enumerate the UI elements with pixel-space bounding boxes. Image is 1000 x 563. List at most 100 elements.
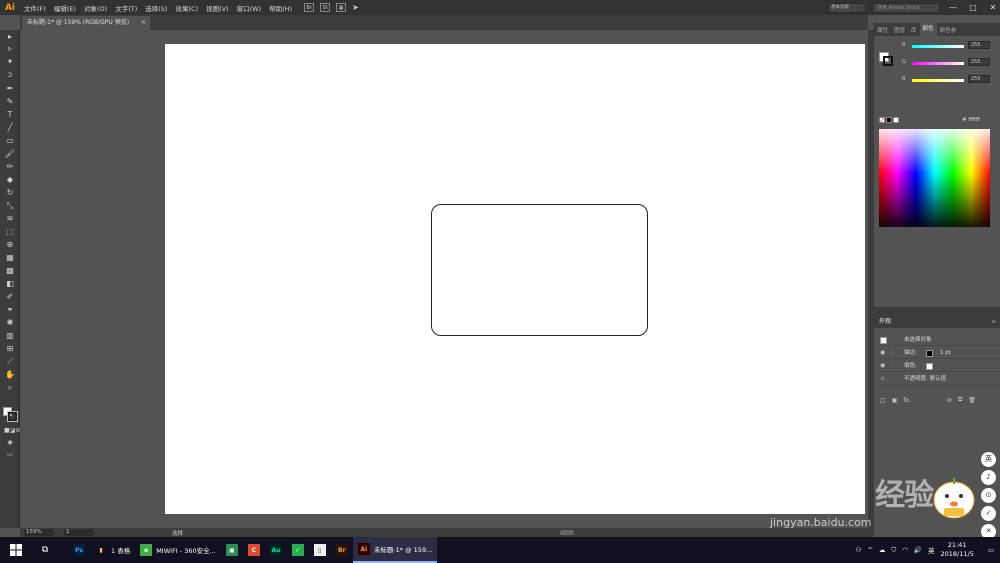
fill-chip[interactable] <box>926 363 933 370</box>
rectangle-tool-icon[interactable]: ▭ <box>4 136 16 146</box>
send-icon[interactable]: ➤ <box>352 3 359 12</box>
slider-g[interactable]: G 255 <box>902 58 997 67</box>
slider-g-value[interactable]: 255 <box>968 58 990 66</box>
screen-mode-icon[interactable]: ▭ <box>4 450 16 460</box>
menu-object[interactable]: 对象(O) <box>80 3 111 13</box>
lasso-tool-icon[interactable]: ↄ <box>4 70 16 80</box>
appearance-opacity-row[interactable]: ◉ 不透明度: 默认值 <box>874 373 1000 385</box>
hex-field[interactable]: # ffffff <box>962 117 980 123</box>
taskbar-app[interactable]: Br <box>331 537 353 563</box>
duplicate-item-icon[interactable]: ⧉ <box>958 396 962 404</box>
direct-selection-tool-icon[interactable]: ▹ <box>4 44 16 54</box>
document-tab[interactable]: 未标题-1* @ 159% (RGB/GPU 预览) × <box>22 16 150 30</box>
taskbar-app[interactable]: Ai 未标题-1* @ 159... <box>352 537 438 563</box>
blend-tool-icon[interactable]: ⚭ <box>4 305 16 315</box>
rotate-tool-icon[interactable]: ↻ <box>4 188 16 198</box>
zoom-select[interactable]: 159% <box>24 529 54 536</box>
new-fill-icon[interactable]: ▣ <box>892 397 898 404</box>
symbol-sprayer-tool-icon[interactable]: ✺ <box>4 318 16 328</box>
slider-b[interactable]: B 255 <box>902 75 997 84</box>
new-stroke-icon[interactable]: □ <box>880 397 886 404</box>
close-button[interactable]: ✕ <box>986 3 1000 12</box>
draw-mode-icon[interactable]: ◉ <box>4 438 16 448</box>
magic-wand-tool-icon[interactable]: ✦ <box>4 57 16 67</box>
slider-g-track[interactable] <box>912 62 964 65</box>
taskbar-app[interactable]: ▣ <box>221 537 243 563</box>
tab-color[interactable]: 颜色 <box>919 23 937 36</box>
eye-icon[interactable]: ◉ <box>880 347 885 359</box>
warp-tool-icon[interactable]: ≋ <box>4 214 16 224</box>
workspace-switcher[interactable]: 基本功能 <box>828 2 866 13</box>
opacity-label[interactable]: 不透明度: 默认值 <box>904 373 946 385</box>
white-swatch[interactable] <box>893 117 899 123</box>
menu-window[interactable]: 窗口(W) <box>233 3 266 13</box>
mesh-tool-icon[interactable]: ▩ <box>4 266 16 276</box>
minimize-button[interactable]: — <box>946 3 960 12</box>
close-tab-icon[interactable]: × <box>141 16 146 30</box>
stock-button[interactable]: St <box>320 3 331 12</box>
check-button[interactable]: ✓ <box>981 506 996 521</box>
artboard[interactable] <box>165 44 865 514</box>
taskbar-app[interactable]: e MIWIFI - 360安全... <box>135 537 221 563</box>
hex-value[interactable]: ffffff <box>968 117 979 123</box>
wifi-icon[interactable]: ◠ <box>902 546 908 554</box>
slider-r[interactable]: R 255 <box>902 41 997 50</box>
free-transform-tool-icon[interactable]: ⬚ <box>4 227 16 237</box>
taskbar-app[interactable]: Au <box>265 537 287 563</box>
line-tool-icon[interactable]: ╱ <box>4 123 16 133</box>
stroke-weight[interactable]: 1 pt <box>940 347 951 359</box>
tab-libraries[interactable]: 库 <box>908 26 920 34</box>
notification-icon[interactable]: ▭ <box>988 546 994 554</box>
stock-search-input[interactable]: 搜索 Adobe Stock <box>872 2 940 13</box>
color-mode-icon[interactable]: ■◪⊘ <box>4 426 20 436</box>
clear-appearance-icon[interactable]: ⊘ <box>947 397 952 404</box>
perspective-grid-tool-icon[interactable]: ▦ <box>4 253 16 263</box>
taskbar-app[interactable]: ✓ <box>287 537 309 563</box>
volume-icon[interactable]: 🔊 <box>914 546 922 554</box>
tab-layers[interactable]: 图层 <box>891 26 908 34</box>
zoom-tool-icon[interactable]: ⌕ <box>4 383 16 393</box>
shape-builder-tool-icon[interactable]: ⊕ <box>4 240 16 250</box>
horizontal-scrollbar[interactable] <box>560 530 574 535</box>
maximize-button[interactable]: □ <box>966 3 980 12</box>
slider-b-track[interactable] <box>912 79 964 82</box>
arrange-documents-icon[interactable]: ▦ <box>336 3 347 12</box>
bridge-button[interactable]: Br <box>304 3 315 12</box>
stroke-swatch[interactable] <box>7 411 18 422</box>
color-stroke-swatch[interactable] <box>883 56 893 66</box>
eye-icon[interactable]: ◉ <box>880 373 885 385</box>
curvature-tool-icon[interactable]: ✎ <box>4 97 16 107</box>
stroke-chip[interactable] <box>926 350 933 357</box>
menu-help[interactable]: 帮助(H) <box>265 3 296 13</box>
selection-tool-icon[interactable]: ▸ <box>4 32 16 42</box>
settings-button[interactable]: ⊙ <box>981 488 996 503</box>
start-button[interactable] <box>0 537 32 563</box>
slider-b-value[interactable]: 255 <box>968 75 990 83</box>
tab-color-guide[interactable]: 颜色参 <box>937 26 960 34</box>
appearance-stroke-row[interactable]: ◉ › 描边: 1 pt <box>874 347 1000 359</box>
chevron-right-icon[interactable]: › <box>892 360 894 372</box>
dropbox-icon[interactable]: ☁ <box>879 546 886 554</box>
slice-tool-icon[interactable]: ⟋ <box>4 357 16 367</box>
paintbrush-tool-icon[interactable]: 🖌 <box>4 149 16 159</box>
type-tool-icon[interactable]: T <box>4 110 16 120</box>
taskbar-app[interactable]: C <box>243 537 265 563</box>
tab-properties[interactable]: 属性 <box>874 26 891 34</box>
ime-indicator[interactable]: 英 <box>928 545 935 555</box>
eyedropper-tool-icon[interactable]: ✐ <box>4 292 16 302</box>
shield-icon[interactable]: ⛉ <box>891 546 896 555</box>
taskbar-app[interactable]: Ps <box>68 537 90 563</box>
menu-select[interactable]: 选择(S) <box>141 3 171 13</box>
voice-button[interactable]: ♪ <box>981 470 996 485</box>
artboard-select[interactable]: 1 <box>64 529 94 536</box>
black-swatch[interactable] <box>886 117 892 123</box>
menu-type[interactable]: 文字(T) <box>111 3 141 13</box>
slider-r-track[interactable] <box>912 45 964 48</box>
chevron-right-icon[interactable]: › <box>892 347 894 359</box>
column-graph-tool-icon[interactable]: ▥ <box>4 331 16 341</box>
panel-menu-icon[interactable]: ≡ <box>991 315 996 328</box>
scale-tool-icon[interactable]: ⤡ <box>4 201 16 211</box>
task-view-icon[interactable]: ⧉ <box>32 537 58 563</box>
gradient-tool-icon[interactable]: ◧ <box>4 279 16 289</box>
menu-view[interactable]: 视图(V) <box>202 3 233 13</box>
